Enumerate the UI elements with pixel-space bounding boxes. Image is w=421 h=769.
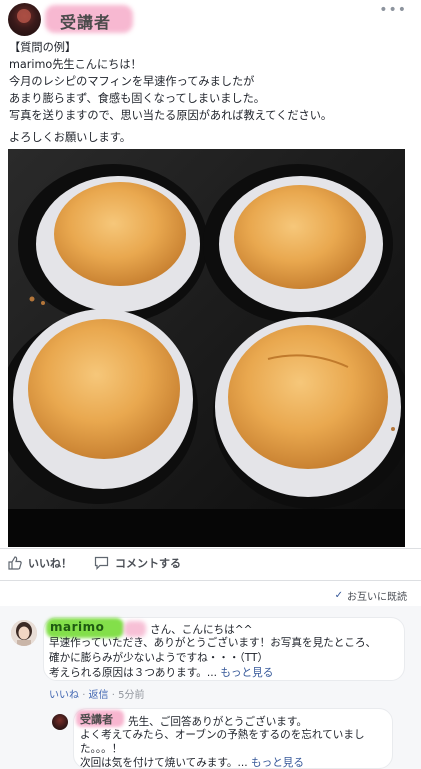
comment-line: 考えられる原因は３つあります。... もっと見る [49, 666, 376, 681]
see-more-link[interactable]: もっと見る [251, 757, 304, 769]
poster-avatar[interactable] [8, 3, 41, 36]
post-line: あまり膨らまず、食感も固くなってしまいました。 [9, 92, 265, 105]
comment-line: 早速作っていただき、ありがとうございます！お写真を見たところ、 [49, 637, 377, 649]
comment-reply-link[interactable]: 返信 [89, 690, 109, 701]
comment-button[interactable]: コメントする [94, 555, 181, 571]
comment-line: 確かに膨らみが少ないようですね・・・（TT） [49, 652, 269, 664]
reply-line: よく考えてみたら、オーブンの予熱をするのを忘れていまし [80, 729, 365, 741]
check-icon: ✓ [334, 590, 343, 601]
thumbs-up-icon [8, 556, 22, 570]
comment-label: コメントする [115, 557, 181, 570]
post-photo[interactable] [8, 149, 405, 547]
divider [0, 580, 421, 581]
post-body: 【質問の例】 marimo先生こんにちは！ 今月のレシピのマフィンを早速作ってみ… [9, 39, 413, 146]
comment-time: 5分前 [118, 690, 145, 701]
comment-icon [94, 556, 109, 570]
comment-text: さん、こんにちは^^ [150, 624, 253, 636]
post-line: よろしくお願いします。 [9, 131, 131, 144]
commenter-avatar[interactable] [11, 620, 37, 646]
comment-like-link[interactable]: いいね [49, 690, 79, 701]
poster-name[interactable]: 受講者 [60, 9, 111, 33]
post-line: 今月のレシピのマフィンを早速作ってみましたが [9, 75, 255, 88]
more-options-icon[interactable]: ••• [379, 2, 407, 18]
divider [0, 548, 421, 549]
see-more-link[interactable]: もっと見る [220, 667, 273, 679]
post-actions: いいね！ コメントする [0, 553, 421, 577]
seen-status: ✓ お互いに既読 [335, 588, 407, 603]
comment-meta: いいね · 返信 · 5分前 [49, 686, 144, 701]
reply-line: 次回は気を付けて焼いてみます。... もっと見る [80, 756, 365, 769]
comment-last-line: 考えられる原因は３つあります。... [49, 667, 217, 679]
comment-body: 早速作っていただき、ありがとうございます！お写真を見たところ、 確かに膨らみが少… [49, 636, 376, 681]
seen-label: お互いに既読 [347, 592, 407, 603]
reply-line: た。。。！ [80, 743, 123, 755]
reply-avatar[interactable] [52, 714, 68, 730]
reply-body: よく考えてみたら、オーブンの予熱をするのを忘れていまし た。。。！ 次回は気を付… [80, 728, 365, 769]
like-button[interactable]: いいね！ [8, 555, 72, 571]
like-label: いいね！ [28, 557, 72, 570]
name-highlight [124, 621, 146, 637]
post-line: 【質問の例】 [9, 41, 77, 54]
reply-author-name[interactable]: 受講者 [80, 711, 113, 727]
avatar-image [11, 620, 37, 646]
commenter-name[interactable]: marimo [50, 620, 104, 634]
muffin-photo-image [8, 149, 405, 547]
reply-last-line: 次回は気を付けて焼いてみます。... [80, 757, 248, 769]
reply-text: 先生、ご回答ありがとうございます。 [128, 716, 308, 728]
post-line: 写真を送りますので、思い当たる原因があれば教えてください。 [9, 109, 333, 122]
post-header: 受講者 ••• [0, 0, 421, 40]
post-line: marimo先生こんにちは！ [9, 58, 142, 71]
